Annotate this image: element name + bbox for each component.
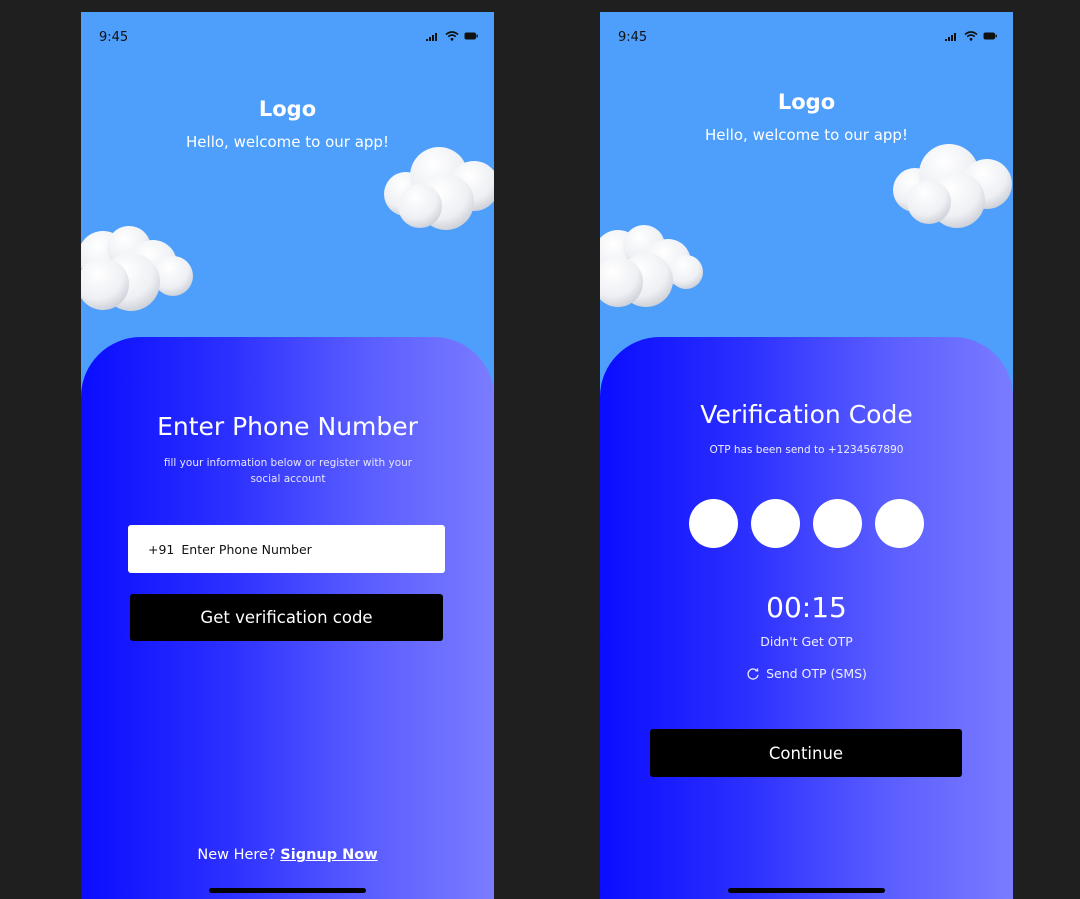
cloud-icon [600, 225, 703, 307]
cloud-icon [893, 144, 1012, 228]
signup-link[interactable]: Signup Now [280, 847, 377, 863]
otp-sent-text: OTP has been send to +1234567890 [709, 444, 904, 456]
resend-otp-label: Send OTP (SMS) [766, 666, 867, 681]
didnt-get-otp-text: Didn't Get OTP [760, 634, 853, 649]
get-verification-code-button[interactable]: Get verification code [130, 594, 443, 641]
form-panel: Enter Phone Number fill your information… [81, 337, 494, 899]
status-icons [426, 31, 478, 41]
continue-button[interactable]: Continue [650, 729, 962, 777]
status-icons [945, 31, 997, 41]
verification-screen: 9:45 Logo Hello, welcome to our app! Ver… [600, 12, 1013, 899]
page-title: Verification Code [700, 400, 913, 429]
wifi-icon [445, 31, 459, 41]
signup-prompt: New Here? Signup Now [81, 847, 494, 863]
cloud-icon [81, 226, 193, 311]
phone-placeholder: Enter Phone Number [181, 541, 312, 557]
phone-input[interactable]: +91 Enter Phone Number [128, 525, 445, 573]
home-indicator [209, 888, 366, 893]
signal-icon [945, 32, 956, 41]
logo: Logo [777, 90, 836, 114]
otp-digit-2[interactable] [751, 499, 800, 548]
page-title: Enter Phone Number [157, 412, 418, 441]
cloud-icon [384, 147, 494, 230]
country-code[interactable]: +91 [148, 542, 174, 557]
otp-digit-3[interactable] [813, 499, 862, 548]
status-time: 9:45 [618, 30, 648, 45]
battery-icon [983, 32, 997, 40]
signal-icon [426, 32, 437, 41]
home-indicator [728, 888, 885, 893]
resend-otp-button[interactable]: Send OTP (SMS) [600, 666, 1013, 681]
otp-inputs [689, 499, 924, 548]
countdown-timer: 00:15 [766, 591, 847, 624]
signup-prefix: New Here? [197, 847, 276, 863]
wifi-icon [964, 31, 978, 41]
page-subtitle: fill your information below or register … [163, 457, 413, 485]
battery-icon [464, 32, 478, 40]
refresh-icon [747, 667, 759, 680]
otp-digit-1[interactable] [689, 499, 738, 548]
logo: Logo [258, 97, 317, 121]
status-time: 9:45 [99, 30, 129, 45]
phone-entry-screen: 9:45 Logo Hello, welcome to our app! Ent… [81, 12, 494, 899]
otp-digit-4[interactable] [875, 499, 924, 548]
